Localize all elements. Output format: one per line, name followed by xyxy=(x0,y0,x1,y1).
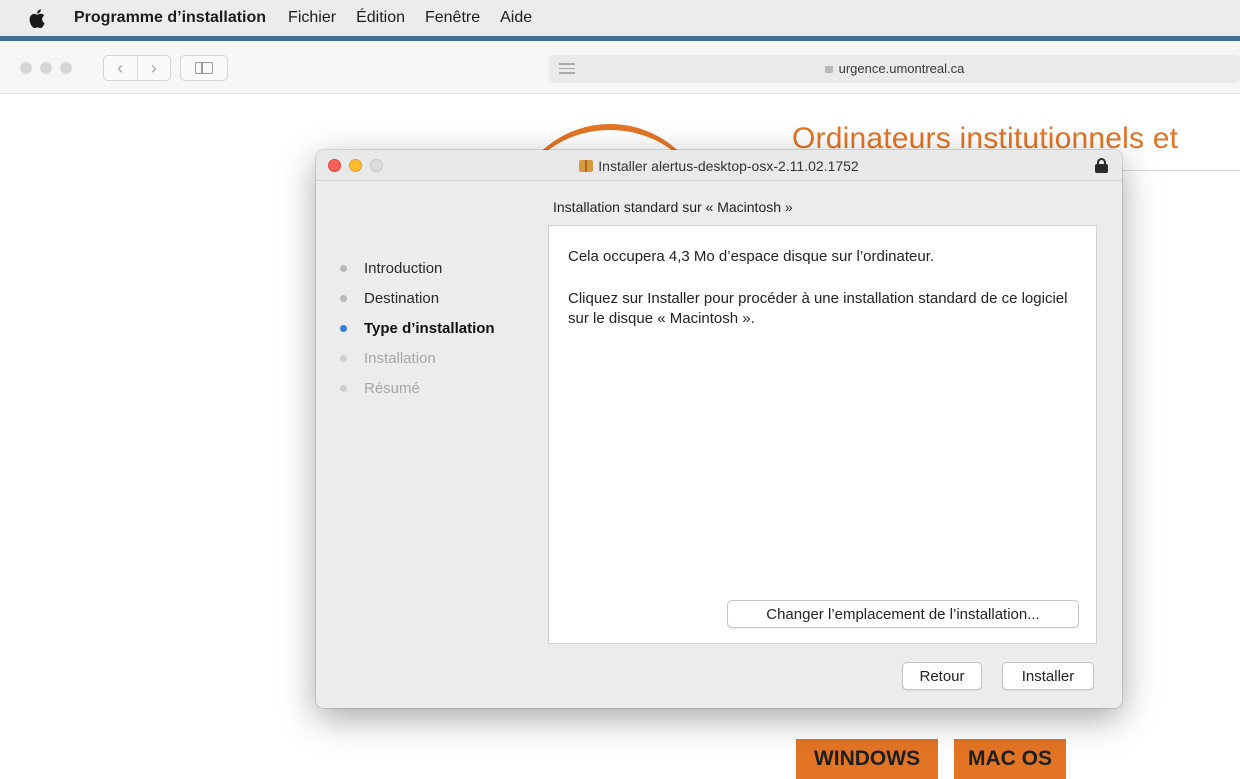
nav-buttons: ‹ › xyxy=(103,55,171,81)
browser-close-button[interactable] xyxy=(20,62,32,74)
step-dot-icon xyxy=(340,384,347,392)
browser-zoom-button[interactable] xyxy=(60,62,72,74)
windows-button[interactable]: WINDOWS xyxy=(796,739,938,779)
installer-steps: Introduction Destination Type d’installa… xyxy=(340,253,495,403)
forward-button[interactable]: › xyxy=(136,56,171,80)
installer-title-text: Installer alertus-desktop-osx-2.11.02.17… xyxy=(598,158,859,174)
chevron-right-icon: › xyxy=(150,57,157,78)
content-panel: Cela occupera 4,3 Mo d’espace disque sur… xyxy=(548,225,1097,644)
installer-window: Installer alertus-desktop-osx-2.11.02.17… xyxy=(316,150,1122,708)
url-value: urgence.umontreal.ca xyxy=(838,61,965,76)
menu-bar: Programme d’installation Fichier Édition… xyxy=(0,0,1240,36)
change-location-button[interactable]: Changer l’emplacement de l’installation.… xyxy=(727,600,1079,628)
menu-app-name[interactable]: Programme d’installation xyxy=(74,9,266,27)
chevron-left-icon: ‹ xyxy=(117,57,124,78)
installer-subtitle: Installation standard sur « Macintosh » xyxy=(553,199,793,215)
address-bar[interactable]: urgence.umontreal.ca xyxy=(549,55,1240,83)
step-resume: Résumé xyxy=(340,373,495,403)
menu-fichier[interactable]: Fichier xyxy=(288,9,336,27)
apple-logo-icon[interactable] xyxy=(0,8,74,28)
menu-edition[interactable]: Édition xyxy=(356,9,405,27)
step-dot-icon xyxy=(340,324,347,332)
heading-divider xyxy=(1120,170,1240,171)
macos-button[interactable]: MAC OS xyxy=(954,739,1066,779)
lock-icon[interactable] xyxy=(1095,158,1108,173)
url-text: urgence.umontreal.ca xyxy=(549,61,1240,76)
package-icon xyxy=(579,160,594,172)
step-dot-icon xyxy=(340,264,347,272)
installer-titlebar[interactable]: Installer alertus-desktop-osx-2.11.02.17… xyxy=(316,150,1122,181)
instruction-text: Cliquez sur Installer pour procéder à un… xyxy=(568,290,1068,327)
menu-fenetre[interactable]: Fenêtre xyxy=(425,9,480,27)
step-dot-icon xyxy=(340,294,347,302)
install-button[interactable]: Installer xyxy=(1002,662,1094,690)
back-button[interactable]: ‹ xyxy=(104,56,137,80)
step-destination: Destination xyxy=(340,283,495,313)
sidebar-icon xyxy=(195,62,213,74)
browser-minimize-button[interactable] xyxy=(40,62,52,74)
step-dot-icon xyxy=(340,354,347,362)
disk-space-text: Cela occupera 4,3 Mo d’espace disque sur… xyxy=(568,248,935,265)
step-type-installation: Type d’installation xyxy=(340,313,495,343)
lock-icon xyxy=(824,66,833,73)
step-introduction: Introduction xyxy=(340,253,495,283)
sidebar-toggle-button[interactable] xyxy=(180,55,228,81)
installer-title: Installer alertus-desktop-osx-2.11.02.17… xyxy=(316,158,1122,174)
menu-aide[interactable]: Aide xyxy=(500,9,532,27)
step-installation: Installation xyxy=(340,343,495,373)
back-button[interactable]: Retour xyxy=(902,662,982,690)
browser-toolbar: ‹ › urgence.umontreal.ca xyxy=(0,41,1240,94)
